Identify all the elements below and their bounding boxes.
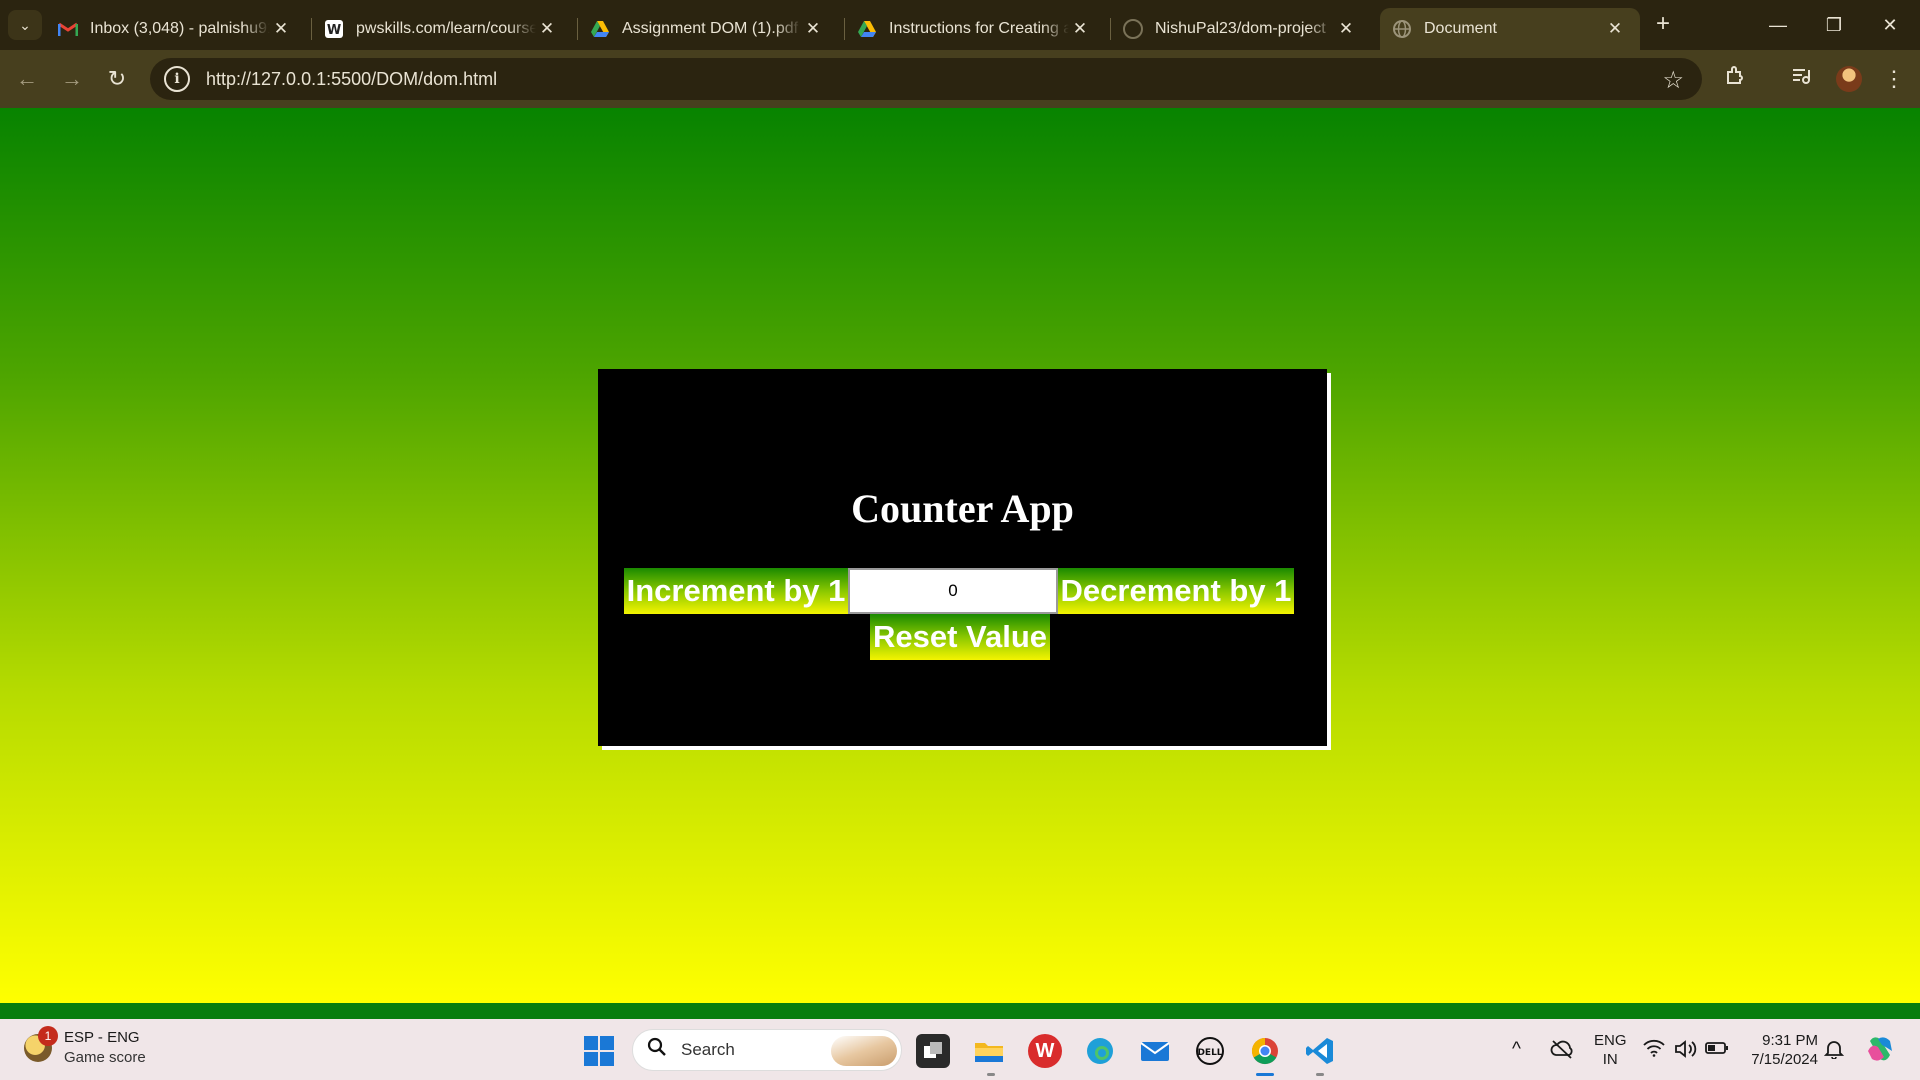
edge-icon[interactable]	[1083, 1034, 1117, 1068]
running-indicator	[987, 1073, 995, 1076]
battery-icon[interactable]	[1705, 1039, 1729, 1061]
mail-icon[interactable]	[1138, 1034, 1172, 1068]
clock-date: 7/15/2024	[1751, 1051, 1818, 1068]
tab-title: NishuPal23/dom-project	[1155, 20, 1326, 37]
media-control-icon[interactable]	[1785, 63, 1817, 95]
google-drive-icon	[590, 19, 610, 39]
tab-title: Inbox (3,048) - palnishu916@gmail.com	[90, 20, 270, 37]
wps-office-icon[interactable]: W	[1028, 1034, 1062, 1068]
svg-text:DELL: DELL	[1197, 1048, 1222, 1058]
page-viewport: Counter App Increment by 1 Decrement by …	[0, 108, 1920, 1003]
widget-title: ESP - ENG	[64, 1029, 140, 1046]
browser-toolbar: ← → ↻ i http://127.0.0.1:5500/DOM/dom.ht…	[0, 50, 1920, 108]
tab-title: pwskills.com/learn/course/	[356, 20, 536, 37]
widget-text: ESP - ENG Game score	[64, 1028, 146, 1068]
url-text[interactable]: http://127.0.0.1:5500/DOM/dom.html	[206, 69, 497, 90]
reset-button[interactable]: Reset Value	[870, 614, 1050, 660]
language-region: IN	[1602, 1051, 1618, 1068]
tab-bar: ⌄ Inbox (3,048) - palnishu916@gmail.com …	[0, 0, 1920, 50]
tab-pwskills[interactable]: W pwskills.com/learn/course/ ✕	[312, 8, 572, 50]
forward-button[interactable]: →	[55, 62, 89, 96]
clock-time: 9:31 PM	[1762, 1032, 1818, 1049]
increment-button[interactable]: Increment by 1	[624, 568, 848, 614]
tab-document[interactable]: Document ✕	[1380, 8, 1640, 50]
close-icon[interactable]: ✕	[802, 19, 824, 39]
close-window-button[interactable]: ✕	[1862, 8, 1918, 42]
gmail-icon	[58, 19, 78, 39]
globe-icon	[1392, 19, 1412, 39]
running-indicator	[1316, 1073, 1324, 1076]
close-icon[interactable]: ✕	[1604, 19, 1626, 39]
extensions-icon[interactable]	[1719, 63, 1751, 95]
minimize-button[interactable]: —	[1750, 8, 1806, 42]
arrow-left-icon: ←	[16, 66, 38, 91]
taskbar-search[interactable]: Search	[632, 1029, 902, 1071]
counter-card: Counter App Increment by 1 Decrement by …	[598, 369, 1327, 746]
tab-assignment-pdf[interactable]: Assignment DOM (1).pdf - Google Drive ✕	[578, 8, 838, 50]
sports-widget-icon: 1	[24, 1026, 58, 1062]
widgets-button[interactable]: 1 ESP - ENG Game score	[24, 1026, 146, 1068]
notification-badge: 1	[38, 1026, 58, 1046]
close-icon[interactable]: ✕	[536, 19, 558, 39]
menu-kebab-icon[interactable]: ⋮	[1878, 63, 1910, 95]
windows-start-icon[interactable]	[584, 1036, 614, 1066]
search-highlight-image	[831, 1036, 897, 1066]
profile-avatar[interactable]	[1836, 66, 1862, 92]
running-indicator	[1256, 1073, 1274, 1076]
tab-title: Instructions for Creating an	[889, 20, 1069, 37]
search-icon	[647, 1037, 667, 1063]
bookmark-star-icon[interactable]: ☆	[1662, 66, 1684, 95]
address-bar[interactable]: i http://127.0.0.1:5500/DOM/dom.html ☆	[150, 58, 1702, 100]
back-button[interactable]: ←	[10, 62, 44, 96]
reload-button[interactable]: ↻	[100, 62, 134, 96]
tab-gmail[interactable]: Inbox (3,048) - palnishu916@gmail.com ✕	[46, 8, 306, 50]
vscode-icon[interactable]	[1303, 1034, 1337, 1068]
pwskills-icon: W	[324, 19, 344, 39]
widget-subtitle: Game score	[64, 1049, 146, 1066]
restore-button[interactable]: ❐	[1806, 8, 1862, 42]
dell-icon[interactable]: DELL	[1193, 1034, 1227, 1068]
language-indicator[interactable]: ENG IN	[1594, 1031, 1627, 1069]
google-drive-icon	[857, 19, 877, 39]
show-hidden-icons-icon[interactable]: ^	[1512, 1039, 1521, 1061]
tab-title: Assignment DOM (1).pdf - Google Drive	[622, 20, 802, 37]
tab-instructions[interactable]: Instructions for Creating an ✕	[845, 8, 1105, 50]
close-icon[interactable]: ✕	[1069, 19, 1091, 39]
svg-text:W: W	[327, 23, 341, 38]
language-code: ENG	[1594, 1032, 1627, 1049]
counter-input[interactable]	[848, 568, 1058, 614]
page-bottom-strip	[0, 1003, 1920, 1019]
tab-title: Document	[1424, 20, 1497, 37]
system-clock[interactable]: 9:31 PM 7/15/2024	[1744, 1031, 1818, 1069]
copilot-icon[interactable]	[1864, 1033, 1896, 1071]
chrome-icon[interactable]	[1248, 1034, 1282, 1068]
close-icon[interactable]: ✕	[270, 19, 292, 39]
onedrive-icon[interactable]	[1550, 1039, 1574, 1065]
tab-github[interactable]: NishuPal23/dom-project ✕	[1111, 8, 1371, 50]
page-title: Counter App	[851, 486, 1074, 531]
tab-search-button[interactable]: ⌄	[8, 10, 42, 40]
reload-icon: ↻	[107, 66, 127, 91]
arrow-right-icon: →	[61, 66, 83, 91]
new-tab-button[interactable]: +	[1648, 10, 1678, 40]
file-explorer-icon[interactable]	[972, 1034, 1006, 1068]
task-view-icon[interactable]	[916, 1034, 950, 1068]
volume-icon[interactable]	[1674, 1039, 1698, 1065]
search-placeholder: Search	[681, 1040, 735, 1059]
windows-taskbar: 1 ESP - ENG Game score Search W DELL ^ E…	[0, 1019, 1920, 1080]
close-icon[interactable]: ✕	[1335, 19, 1357, 39]
site-info-icon[interactable]: i	[164, 66, 190, 92]
github-icon	[1123, 19, 1143, 39]
decrement-button[interactable]: Decrement by 1	[1058, 568, 1294, 614]
wifi-icon[interactable]	[1643, 1039, 1665, 1063]
notification-bell-icon[interactable]	[1823, 1039, 1845, 1065]
